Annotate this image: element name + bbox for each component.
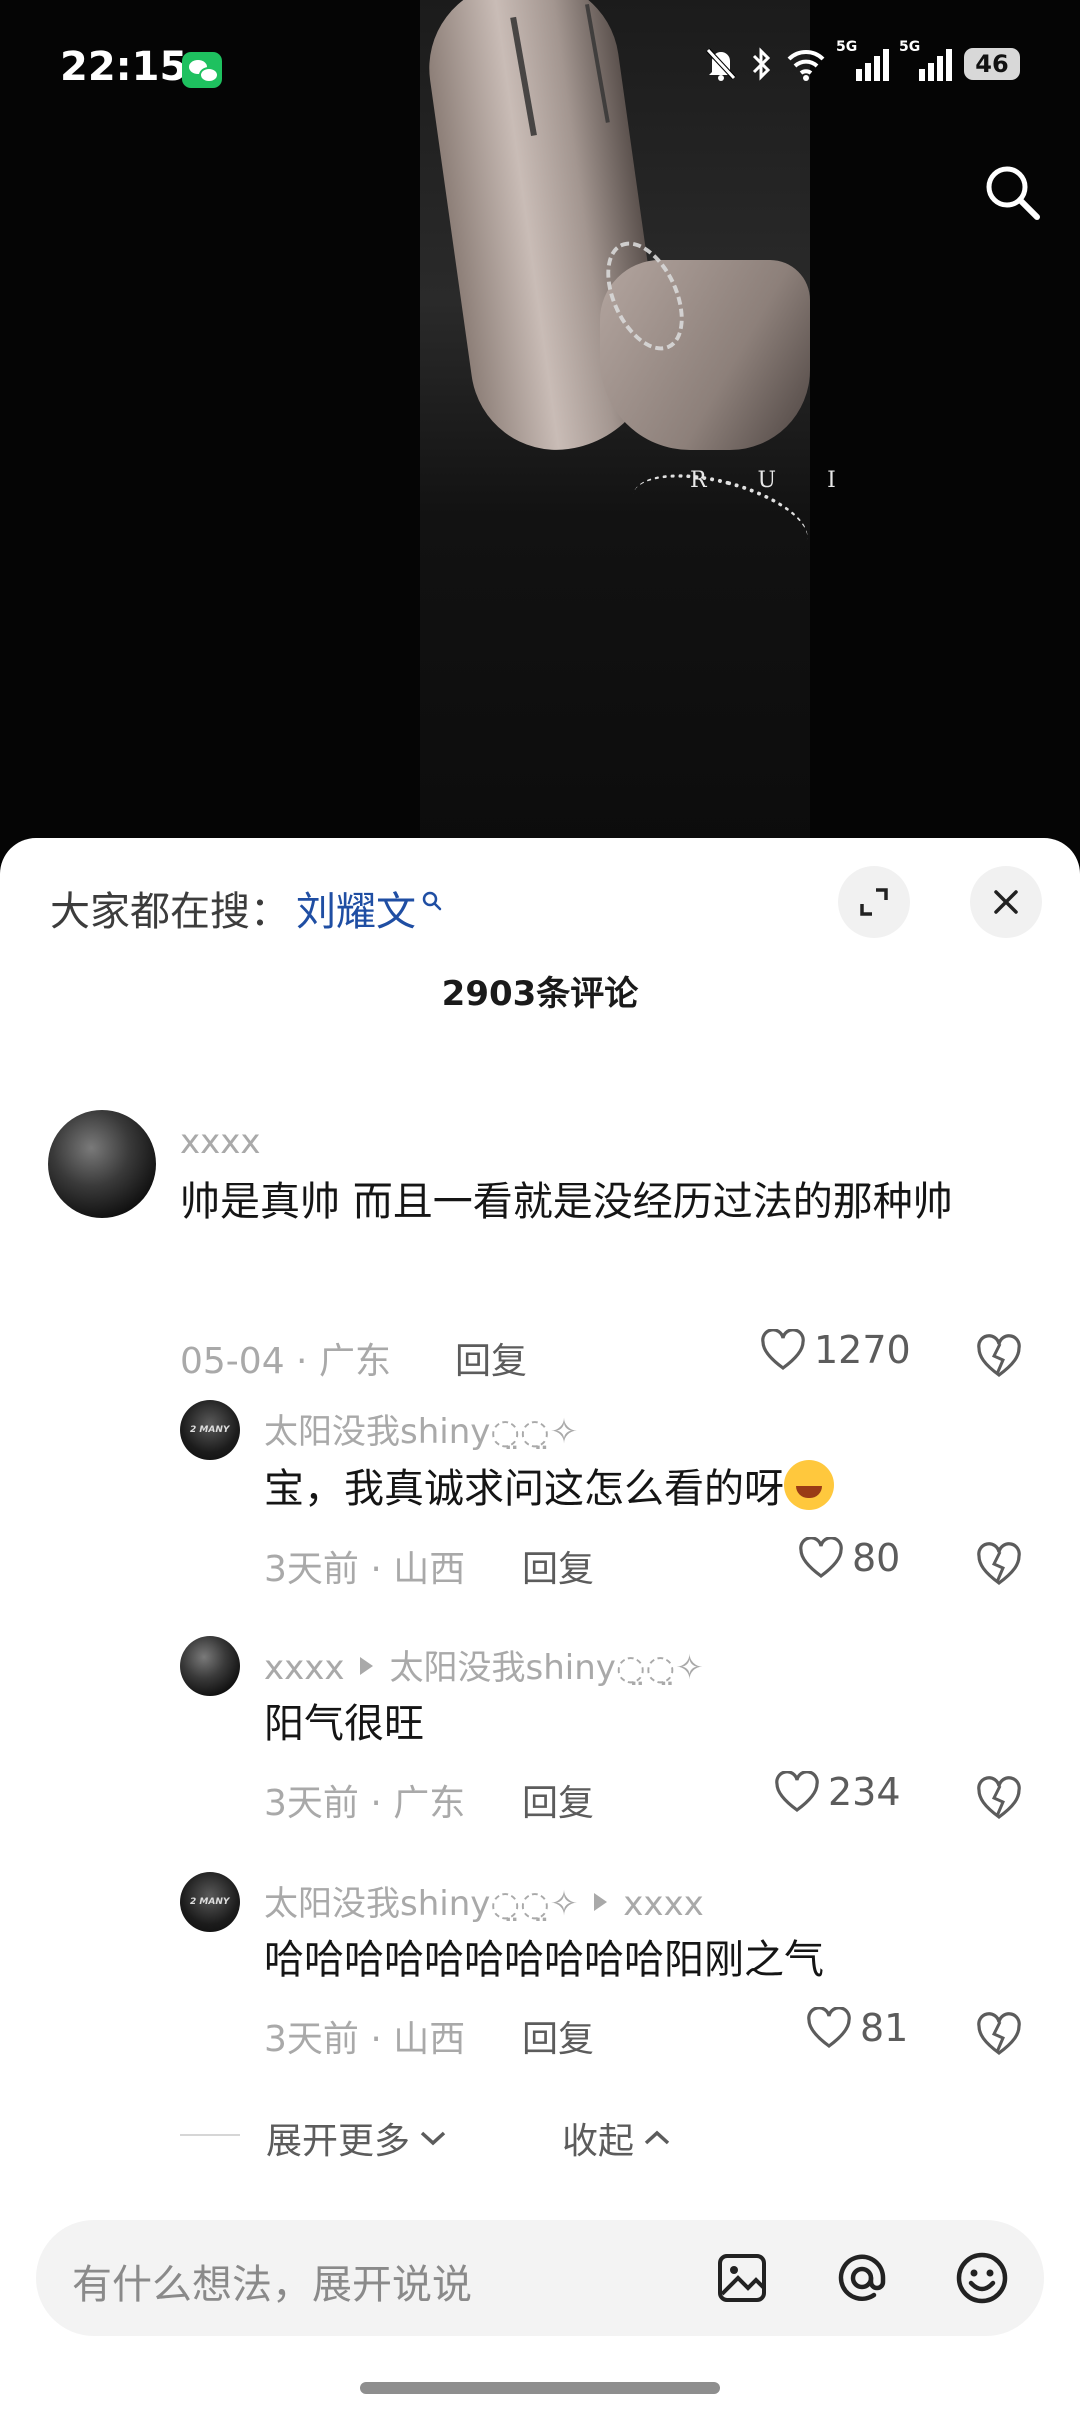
- comment-input[interactable]: 有什么想法，展开说说: [72, 2252, 472, 2310]
- hot-search-row[interactable]: 大家都在搜： 刘耀文: [50, 878, 444, 938]
- reply-to-username[interactable]: 太阳没我shiny◌̤◌̤✧: [389, 1648, 703, 1688]
- heart-icon: [807, 2007, 851, 2048]
- close-icon: [994, 890, 1018, 914]
- like-count: 81: [860, 2006, 909, 2050]
- status-icons: 5G 5G 46: [704, 39, 1020, 82]
- like-button[interactable]: 234: [774, 1770, 901, 1814]
- like-button[interactable]: 80: [798, 1536, 900, 1580]
- like-count: 234: [828, 1770, 901, 1814]
- reply-button[interactable]: 回复: [522, 1774, 594, 1826]
- comment-count-title: 2903条评论: [441, 974, 639, 1014]
- divider: [180, 2134, 240, 2136]
- mention-icon[interactable]: [832, 2248, 892, 2308]
- comment-username-line: xxxx 太阳没我shiny◌̤◌̤✧: [264, 1640, 704, 1689]
- reply-arrow-icon: [360, 1657, 374, 1675]
- network-type-label: 5G: [836, 39, 858, 55]
- comment-input-bar[interactable]: 有什么想法，展开说说: [36, 2220, 1044, 2336]
- comment-username[interactable]: xxxx: [264, 1648, 344, 1688]
- wechat-icon: [182, 52, 222, 88]
- signal-5g-icon: 5G: [836, 39, 889, 81]
- hot-search-label: 大家都在搜：: [50, 889, 290, 935]
- status-time: 22:15: [60, 44, 188, 90]
- reply-button[interactable]: 回复: [455, 1332, 527, 1384]
- comment-username[interactable]: xxxx: [180, 1122, 260, 1162]
- reply-to-username[interactable]: xxxx: [623, 1884, 703, 1924]
- comment-text: 宝，我真诚求问这怎么看的呀: [264, 1460, 1024, 1517]
- comment-username-line: 太阳没我shiny◌̤◌̤✧ xxxx: [264, 1876, 704, 1925]
- comment-text: 阳气很旺: [264, 1701, 424, 1747]
- avatar-text: 2 MANY: [190, 1897, 230, 1907]
- comment-meta: 05-04 · 广东: [180, 1341, 391, 1382]
- avatar[interactable]: 2 MANY: [180, 1400, 240, 1460]
- like-button[interactable]: 81: [806, 2006, 908, 2050]
- comment-sheet: 大家都在搜： 刘耀文 2903条评论 xxxx 帅是真帅 而且一看就是没经历过法…: [0, 838, 1080, 2412]
- emoji-icon[interactable]: [952, 2248, 1012, 2308]
- dislike-icon[interactable]: [975, 1542, 1023, 1586]
- network-type-label-2: 5G: [899, 39, 921, 55]
- reply-arrow-icon: [594, 1893, 608, 1911]
- avatar[interactable]: 2 MANY: [180, 1872, 240, 1932]
- chevron-down-icon: [420, 2131, 446, 2146]
- collapse-label: 收起: [562, 2121, 635, 2162]
- reply-button[interactable]: 回复: [522, 2010, 594, 2062]
- avatar-text: 2 MANY: [190, 1425, 230, 1435]
- battery-icon: 46: [964, 48, 1020, 80]
- close-button[interactable]: [970, 866, 1042, 938]
- expand-row: 展开更多 收起: [0, 2104, 1080, 2164]
- dislike-icon[interactable]: [975, 1334, 1023, 1378]
- collapse-button[interactable]: 收起: [562, 2112, 672, 2164]
- image-icon[interactable]: [712, 2248, 772, 2308]
- signal-5g-icon-2: 5G: [899, 39, 952, 81]
- video-overlay-text: R U I: [690, 468, 858, 493]
- avatar[interactable]: [48, 1110, 156, 1218]
- heart-icon: [775, 1771, 819, 1812]
- comment-meta: 3天前 · 山西: [264, 1549, 466, 1590]
- like-button[interactable]: 1270: [760, 1328, 911, 1372]
- hot-search-term[interactable]: 刘耀文: [296, 879, 416, 937]
- home-indicator[interactable]: [360, 2382, 720, 2394]
- comment-text: 哈哈哈哈哈哈哈哈哈哈阳刚之气: [264, 1937, 824, 1983]
- heart-icon: [761, 1329, 805, 1370]
- dislike-icon[interactable]: [975, 1776, 1023, 1820]
- expand-more-button[interactable]: 展开更多: [266, 2112, 448, 2164]
- comment-username[interactable]: 太阳没我shiny◌̤◌̤✧: [264, 1404, 578, 1453]
- search-icon[interactable]: [982, 162, 1042, 222]
- comment-text-content: 宝，我真诚求问这怎么看的呀: [264, 1466, 784, 1512]
- dislike-icon[interactable]: [975, 2012, 1023, 2056]
- avatar[interactable]: [180, 1636, 240, 1696]
- search-icon: [422, 891, 442, 911]
- expand-more-label: 展开更多: [266, 2121, 411, 2162]
- expand-sheet-button[interactable]: [838, 866, 910, 938]
- mute-bell-icon: [706, 48, 736, 81]
- reply-button[interactable]: 回复: [522, 1540, 594, 1592]
- comment-meta: 3天前 · 山西: [264, 2019, 466, 2060]
- chevron-up-icon: [644, 2130, 670, 2145]
- like-count: 1270: [814, 1328, 911, 1372]
- status-bar: 22:15 5G 5G 46: [0, 0, 1080, 140]
- heart-icon: [799, 1537, 843, 1578]
- comment-username[interactable]: 太阳没我shiny◌̤◌̤✧: [264, 1884, 578, 1924]
- like-count: 80: [852, 1536, 901, 1580]
- wifi-icon: [787, 49, 825, 81]
- comment-text: 帅是真帅 而且一看就是没经历过法的那种帅: [180, 1179, 953, 1225]
- bluetooth-icon: [752, 47, 771, 81]
- expand-icon: [860, 888, 888, 916]
- comment-meta: 3天前 · 广东: [264, 1783, 466, 1824]
- laughing-emoji-icon: [784, 1460, 834, 1510]
